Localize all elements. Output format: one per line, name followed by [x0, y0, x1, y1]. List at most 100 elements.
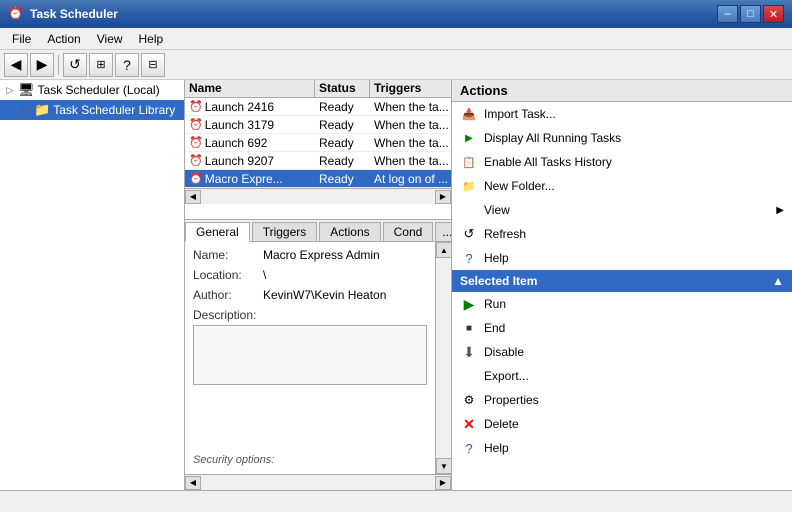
action-view[interactable]: View ▶ [452, 198, 792, 222]
show-hide-button[interactable]: ⊞ [89, 53, 113, 77]
tab-more[interactable]: ... [435, 222, 451, 241]
detail-description-label: Description: [193, 308, 263, 322]
tab-general[interactable]: General [185, 222, 250, 242]
display-running-icon: ▶ [460, 129, 478, 147]
detail-description-textarea[interactable] [193, 325, 427, 385]
detail-location-value: \ [263, 268, 427, 282]
scroll-right-arrow[interactable]: ▶ [435, 190, 451, 204]
action-end-label: End [484, 321, 784, 335]
center-panel: Name Status Triggers ⏰Launch 2416 Ready … [185, 80, 452, 490]
action-help-top[interactable]: ? Help [452, 246, 792, 270]
task-status-cell: Ready [315, 135, 370, 151]
detail-scroll-down[interactable]: ▼ [436, 458, 451, 474]
action-import-task-label: Import Task... [484, 107, 784, 121]
detail-author-value: KevinW7\Kevin Heaton [263, 288, 427, 302]
detail-scroll-up[interactable]: ▲ [436, 242, 451, 258]
selected-item-section[interactable]: Selected Item ▲ [452, 270, 792, 292]
action-import-task[interactable]: 📥 Import Task... [452, 102, 792, 126]
tabs-bar: General Triggers Actions Cond ... [185, 220, 451, 242]
app-icon: ⏰ [8, 6, 24, 22]
detail-scroll-left[interactable]: ◀ [185, 476, 201, 490]
task-row[interactable]: ⏰Launch 3179 Ready When the ta... [185, 116, 451, 134]
action-enable-history[interactable]: 📋 Enable All Tasks History [452, 150, 792, 174]
task-list-inner: Name Status Triggers ⏰Launch 2416 Ready … [185, 80, 451, 188]
action-disable[interactable]: ⬇ Disable [452, 340, 792, 364]
action-run[interactable]: ▶ Run [452, 292, 792, 316]
menu-view[interactable]: View [89, 30, 131, 48]
action-display-running-label: Display All Running Tasks [484, 131, 784, 145]
detail-name-label: Name: [193, 248, 263, 262]
action-export[interactable]: Export... [452, 364, 792, 388]
help-toolbar-button[interactable]: ? [115, 53, 139, 77]
tree-library-icon: 📁 [34, 102, 50, 118]
col-status[interactable]: Status [315, 80, 370, 97]
detail-scroll-track-h [201, 476, 435, 490]
tree-library[interactable]: ▷ 📁 Task Scheduler Library [0, 100, 184, 120]
action-delete[interactable]: ✕ Delete [452, 412, 792, 436]
task-row[interactable]: ⏰Launch 692 Ready When the ta... [185, 134, 451, 152]
tree-root-expand[interactable]: ▷ [4, 84, 16, 96]
main-container: ▷ 🖥 Task Scheduler (Local) ▷ 📁 Task Sche… [0, 80, 792, 490]
action-run-label: Run [484, 297, 784, 311]
detail-security-label: Security options: [193, 454, 274, 466]
scroll-left-arrow[interactable]: ◀ [185, 190, 201, 204]
maximize-button[interactable]: □ [740, 5, 761, 23]
refresh-icon: ↺ [460, 225, 478, 243]
actions-title: Actions [452, 80, 792, 102]
help-top-icon: ? [460, 249, 478, 267]
task-name-cell: ⏰Launch 692 [185, 135, 315, 151]
task-row-selected[interactable]: ⏰Macro Expre... Ready At log on of ... [185, 170, 451, 188]
task-name-cell: ⏰Launch 9207 [185, 153, 315, 169]
action-delete-label: Delete [484, 417, 784, 431]
detail-description-row: Description: [193, 308, 427, 385]
tab-triggers[interactable]: Triggers [252, 222, 318, 241]
task-row[interactable]: ⏰Launch 9207 Ready When the ta... [185, 152, 451, 170]
menu-help[interactable]: Help [131, 30, 172, 48]
left-panel: ▷ 🖥 Task Scheduler (Local) ▷ 📁 Task Sche… [0, 80, 185, 490]
detail-name-value: Macro Express Admin [263, 248, 427, 262]
detail-scroll-right[interactable]: ▶ [435, 476, 451, 490]
window-title: Task Scheduler [30, 7, 717, 21]
action-properties[interactable]: ⚙ Properties [452, 388, 792, 412]
tab-actions[interactable]: Actions [319, 222, 380, 241]
selected-item-collapse-icon: ▲ [772, 274, 784, 288]
run-icon: ▶ [460, 295, 478, 313]
help-bottom-icon: ? [460, 439, 478, 457]
detail-hscrollbar: ◀ ▶ [185, 474, 451, 490]
window-controls: – □ ✕ [717, 5, 784, 23]
detail-with-scroll: Name: Macro Express Admin Location: \ Au… [185, 242, 451, 474]
action-end[interactable]: ■ End [452, 316, 792, 340]
extra-button[interactable]: ⊟ [141, 53, 165, 77]
task-clock-icon: ⏰ [189, 136, 203, 149]
action-new-folder[interactable]: 📁 New Folder... [452, 174, 792, 198]
view-arrow-icon: ▶ [776, 205, 784, 216]
close-button[interactable]: ✕ [763, 5, 784, 23]
action-refresh-label: Refresh [484, 227, 784, 241]
task-list-header: Name Status Triggers [185, 80, 451, 98]
properties-icon: ⚙ [460, 391, 478, 409]
action-refresh[interactable]: ↺ Refresh [452, 222, 792, 246]
task-clock-icon: ⏰ [189, 118, 203, 131]
refresh-button[interactable]: ↺ [63, 53, 87, 77]
forward-button[interactable]: ▶ [30, 53, 54, 77]
tree-library-expand[interactable]: ▷ [20, 104, 32, 116]
task-trigger-cell-selected: At log on of ... [370, 171, 451, 187]
task-row[interactable]: ⏰Launch 2416 Ready When the ta... [185, 98, 451, 116]
export-icon [460, 367, 478, 385]
menu-file[interactable]: File [4, 30, 39, 48]
menu-action[interactable]: Action [39, 30, 88, 48]
task-trigger-cell: When the ta... [370, 99, 451, 115]
tab-conditions[interactable]: Cond [383, 222, 434, 241]
scroll-track-h [201, 190, 435, 204]
col-name[interactable]: Name [185, 80, 315, 97]
end-icon: ■ [460, 319, 478, 337]
minimize-button[interactable]: – [717, 5, 738, 23]
tree-root[interactable]: ▷ 🖥 Task Scheduler (Local) [0, 80, 184, 100]
task-trigger-cell: When the ta... [370, 135, 451, 151]
back-button[interactable]: ◀ [4, 53, 28, 77]
col-triggers[interactable]: Triggers [370, 80, 451, 97]
action-help-bottom[interactable]: ? Help [452, 436, 792, 460]
view-icon [460, 201, 478, 219]
disable-icon: ⬇ [460, 343, 478, 361]
action-display-running[interactable]: ▶ Display All Running Tasks [452, 126, 792, 150]
